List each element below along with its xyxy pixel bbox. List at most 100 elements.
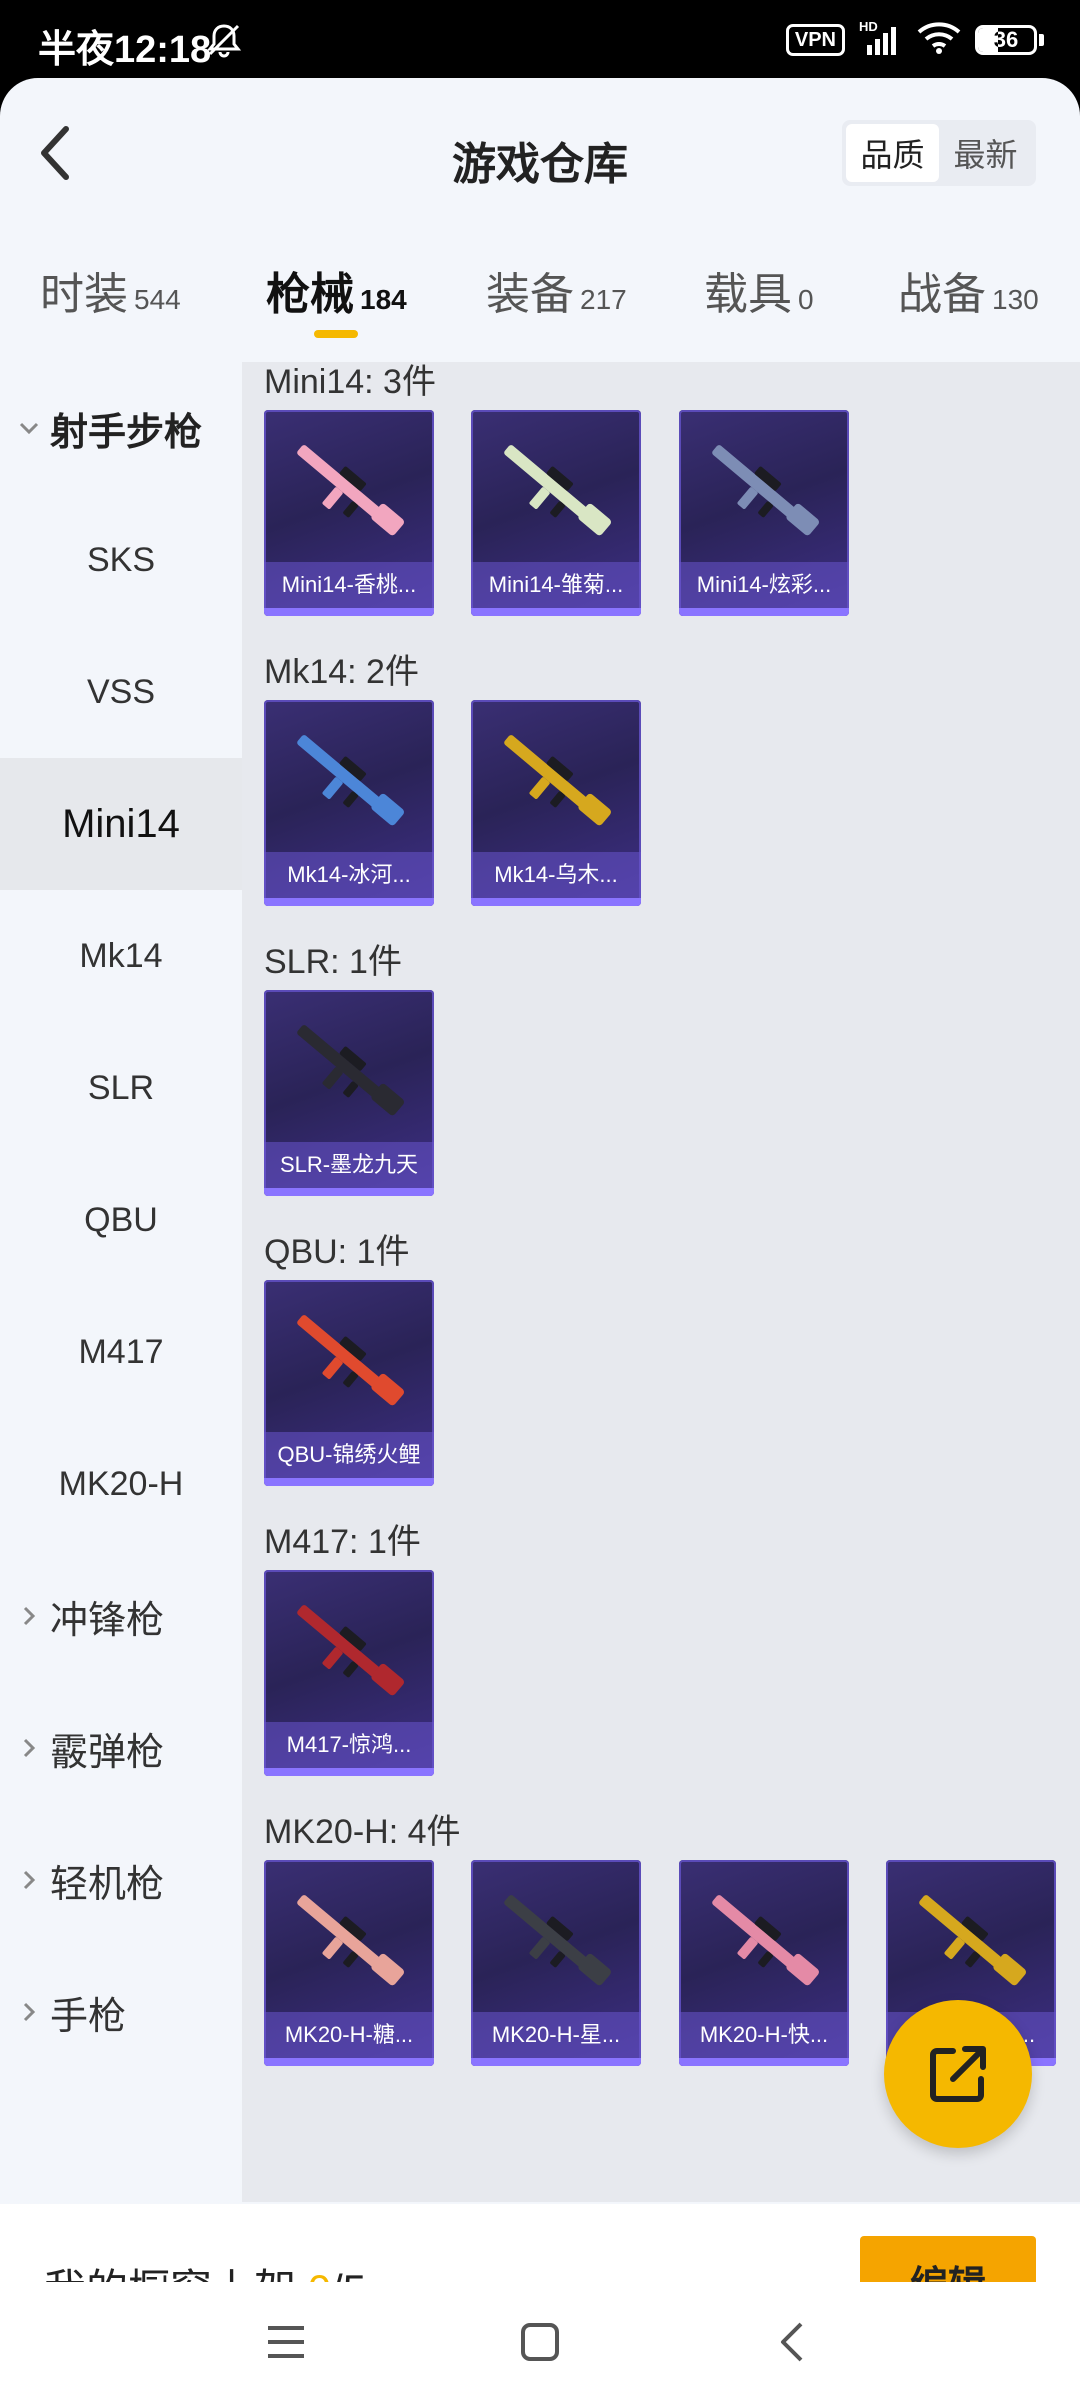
card-label: SLR-墨龙九天 (264, 1142, 434, 1188)
rarity-bar (471, 898, 641, 906)
rarity-bar (264, 898, 434, 906)
tab-label: 载具 (704, 270, 792, 319)
share-fab[interactable] (884, 2000, 1032, 2148)
tab-count: 217 (580, 284, 627, 315)
signal-icon: HD (859, 19, 903, 57)
status-time: 半夜12:18 (38, 29, 212, 71)
tab-equipment[interactable]: 装备 217 (486, 258, 627, 322)
sidebar-group-lmg[interactable]: 轻机枪 (0, 1814, 242, 1946)
card-label: QBU-锦绣火鲤 (264, 1432, 434, 1478)
weapon-skin-card[interactable]: Mk14-乌木... (471, 700, 641, 906)
rifle-icon (297, 1025, 404, 1116)
weapon-skin-card[interactable]: SLR-墨龙九天 (264, 990, 434, 1196)
sidebar-item-vss[interactable]: VSS (0, 626, 242, 758)
weapon-skin-card[interactable]: Mini14-炫彩... (679, 410, 849, 616)
sidebar-item-m417[interactable]: M417 (0, 1286, 242, 1418)
sidebar-item-qbu[interactable]: QBU (0, 1154, 242, 1286)
rarity-bar (471, 2058, 641, 2066)
card-label: M417-惊鸿... (264, 1722, 434, 1768)
rifle-icon (297, 445, 404, 536)
sort-newest-option[interactable]: 最新 (939, 124, 1032, 182)
tab-count: 0 (798, 284, 814, 315)
sort-quality-option[interactable]: 品质 (846, 124, 939, 182)
rarity-bar (264, 1478, 434, 1486)
tab-label: 时装 (40, 270, 128, 319)
rifle-icon (297, 1315, 404, 1406)
battery-icon: 36 (975, 24, 1044, 55)
nav-menu-button[interactable] (256, 2312, 316, 2372)
weapon-skin-card[interactable]: MK20-H-星... (471, 1860, 641, 2066)
weapon-skin-card[interactable]: QBU-锦绣火鲤 (264, 1280, 434, 1486)
tab-count: 130 (992, 284, 1039, 315)
nav-back-icon (781, 2322, 803, 2362)
sidebar-item-mk20h[interactable]: MK20-H (0, 1418, 242, 1550)
sidebar-group-shotgun[interactable]: 霰弹枪 (0, 1682, 242, 1814)
weapon-skin-card[interactable]: Mk14-冰河... (264, 700, 434, 906)
tab-count: 184 (360, 284, 407, 315)
tab-label: 装备 (486, 270, 574, 319)
vpn-badge: VPN (785, 23, 845, 56)
tab-fashion[interactable]: 时装 544 (40, 258, 181, 322)
sidebar-group-marksman-rifles[interactable]: 射手步枪 (0, 362, 242, 494)
weapon-skin-card[interactable]: Mini14-雏菊... (471, 410, 641, 616)
section-title: Mini14: 3件 (264, 363, 436, 401)
battery-level: 36 (993, 26, 1019, 52)
rifle-icon (297, 1605, 404, 1696)
sidebar-item-mk14[interactable]: Mk14 (0, 890, 242, 1022)
rifle-icon (712, 445, 819, 536)
card-label: MK20-H-星... (471, 2012, 641, 2058)
card-label: MK20-H-快... (679, 2012, 849, 2058)
nav-home-button[interactable] (510, 2312, 570, 2372)
chevron-right-icon (16, 1603, 42, 1629)
tab-label: 枪械 (266, 270, 354, 319)
status-bar: 半夜12:18 VPN HD 36 (0, 0, 1080, 78)
weapon-skin-card[interactable]: MK20-H-快... (679, 1860, 849, 2066)
sidebar-item-slr[interactable]: SLR (0, 1022, 242, 1154)
card-label: Mini14-香桃... (264, 562, 434, 608)
menu-icon (268, 2326, 304, 2358)
rifle-icon (504, 735, 611, 826)
rarity-bar (264, 608, 434, 616)
sidebar-group-smg[interactable]: 冲锋枪 (0, 1550, 242, 1682)
weapon-skin-card[interactable]: M417-惊鸿... (264, 1570, 434, 1776)
rifle-icon (297, 735, 404, 826)
share-external-icon (930, 2046, 986, 2102)
weapon-skin-card[interactable]: MK20-H-糖... (264, 1860, 434, 2066)
rifle-icon (919, 1895, 1026, 1986)
rifle-icon (504, 1895, 611, 1986)
weapon-type-sidebar: 射手步枪 SKS VSS Mini14 Mk14 SLR QBU M417 MK… (0, 362, 242, 2202)
wifi-icon (917, 20, 961, 59)
section-title: QBU: 1件 (264, 1233, 410, 1271)
rarity-bar (264, 2058, 434, 2066)
rifle-icon (712, 1895, 819, 1986)
section-title: M417: 1件 (264, 1523, 421, 1561)
rarity-bar (471, 608, 641, 616)
section-title: Mk14: 2件 (264, 653, 419, 691)
rarity-bar (679, 2058, 849, 2066)
chevron-right-icon (16, 1735, 42, 1761)
chevron-down-icon (16, 415, 42, 441)
chevron-right-icon (16, 1999, 42, 2025)
sidebar-item-label: 射手步枪 (50, 411, 203, 454)
tab-vehicles[interactable]: 载具 0 (704, 258, 814, 322)
sidebar-group-pistol[interactable]: 手枪 (0, 1946, 242, 2078)
nav-back-button[interactable] (762, 2312, 822, 2372)
rarity-bar (679, 608, 849, 616)
game-warehouse-screen: 游戏仓库 品质 最新 时装 544 枪械 184 装备 217 载具 0 战备 130 射… (0, 78, 1080, 2408)
card-label: Mk14-乌木... (471, 852, 641, 898)
tab-supplies[interactable]: 战备 130 (898, 258, 1039, 322)
active-tab-indicator (314, 330, 358, 338)
tab-count: 544 (134, 284, 181, 315)
section-title: MK20-H: 4件 (264, 1813, 461, 1851)
sidebar-item-mini14[interactable]: Mini14 (0, 758, 242, 890)
sidebar-item-sks[interactable]: SKS (0, 494, 242, 626)
weapon-skin-card[interactable]: Mini14-香桃... (264, 410, 434, 616)
tab-firearms[interactable]: 枪械 184 (266, 258, 407, 322)
rarity-bar (264, 1188, 434, 1196)
system-nav-bar (0, 2282, 1080, 2408)
sidebar-item-label: 轻机枪 (50, 1863, 165, 1906)
tab-label: 战备 (898, 270, 986, 319)
category-tabs: 时装 544 枪械 184 装备 217 载具 0 战备 130 (0, 258, 1080, 358)
card-label: Mk14-冰河... (264, 852, 434, 898)
sidebar-item-label: 手枪 (50, 1995, 127, 2038)
